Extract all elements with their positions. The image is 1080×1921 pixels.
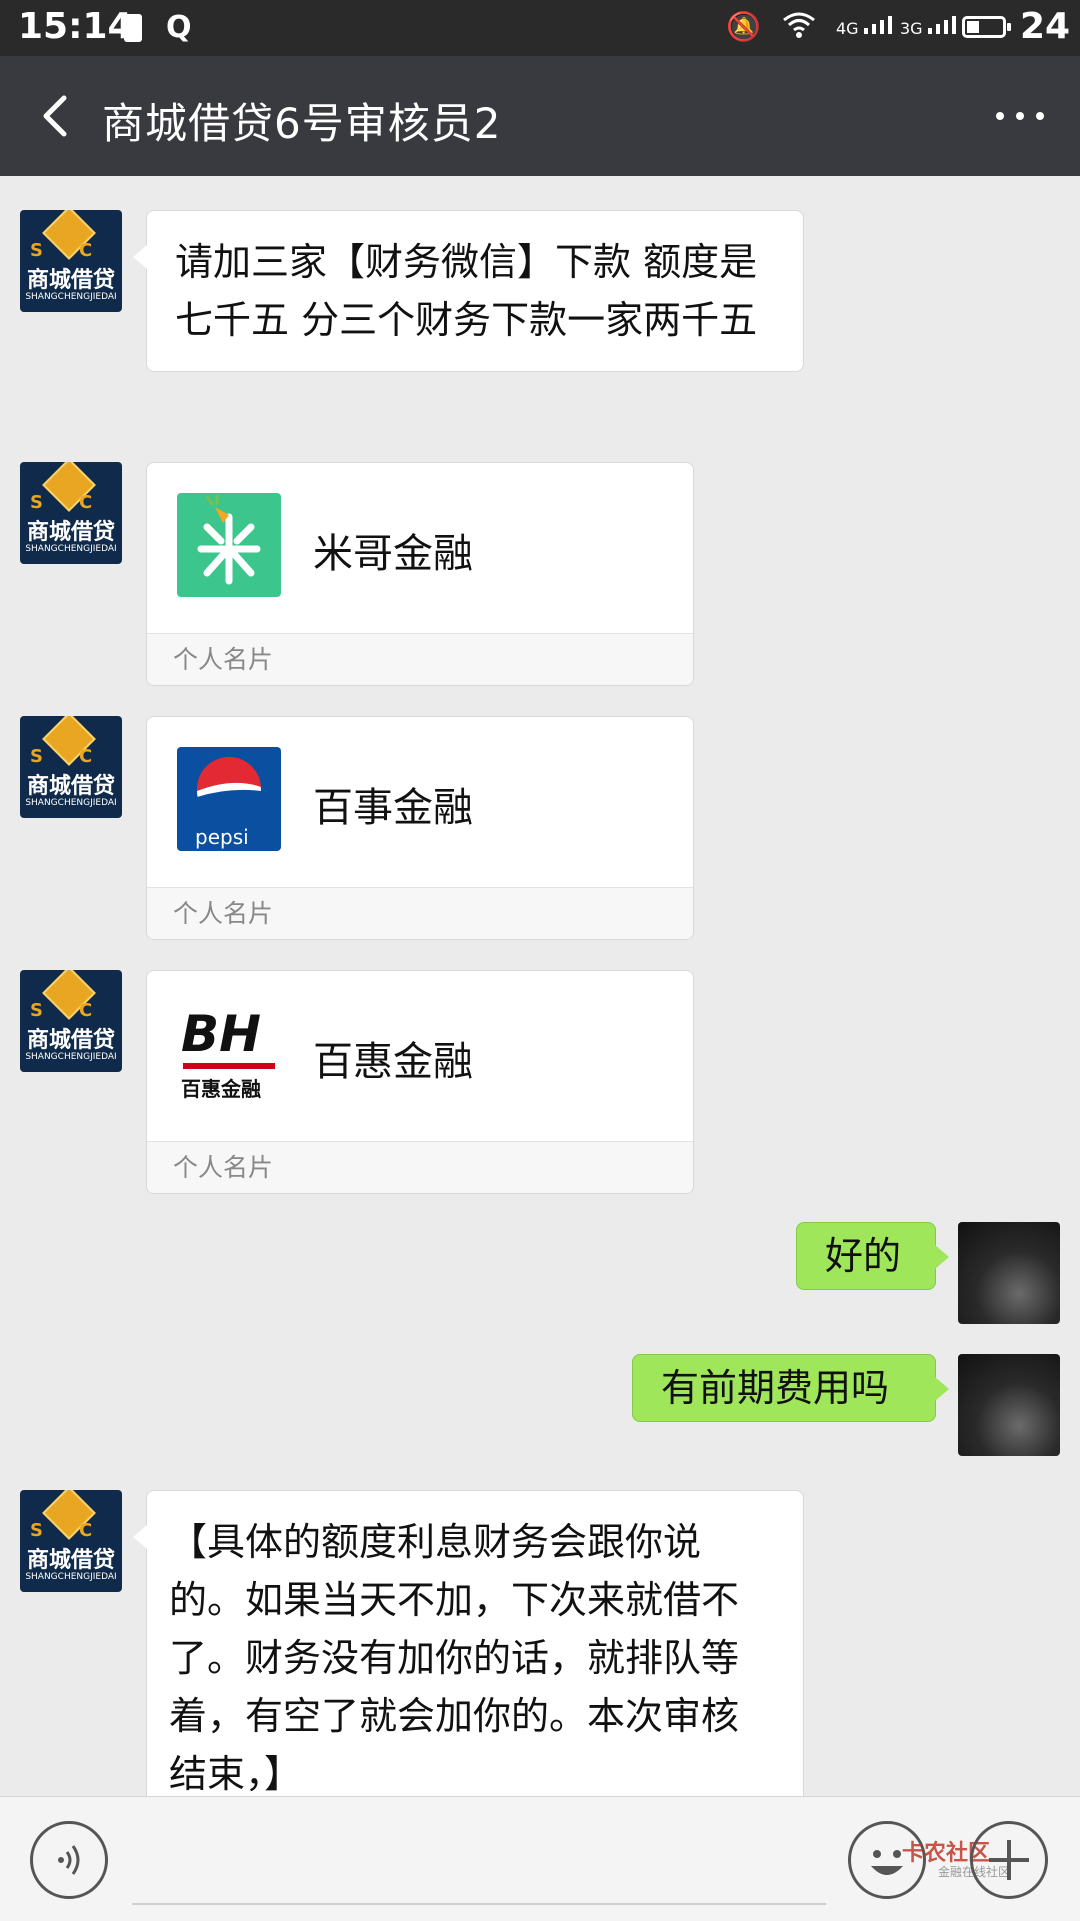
card-footer: 个人名片 [147, 887, 693, 939]
message-input[interactable] [132, 1829, 826, 1905]
status-time: 15:14 [18, 6, 133, 47]
message-text: 【具体的额度利息财务会跟你说的。如果当天不加，下次来就借不了。财务没有加你的话，… [169, 1520, 740, 1796]
back-button[interactable] [26, 84, 86, 148]
my-message-bubble[interactable]: 有前期费用吗 [632, 1354, 949, 1422]
card-name: 百事金融 [313, 785, 473, 831]
voice-icon [58, 1845, 80, 1875]
avatar-sc: SC [30, 492, 122, 513]
pepsi-logo-text: pepsi [195, 825, 249, 849]
pepsi-logo-icon: pepsi [177, 747, 281, 851]
signal-3g-label: 3G [900, 19, 923, 38]
mige-logo-icon [177, 493, 281, 597]
my-avatar[interactable] [958, 1354, 1060, 1456]
avatar-cn: 商城借贷 [26, 1028, 115, 1053]
card-footer: 个人名片 [147, 1141, 693, 1193]
signal-3g-icon: 3G [900, 12, 962, 38]
message-bubble[interactable]: 【具体的额度利息财务会跟你说的。如果当天不加，下次来就借不了。财务没有加你的话，… [133, 1490, 804, 1796]
avatar-cn: 商城借贷 [26, 1548, 115, 1573]
battery-icon [962, 16, 1011, 38]
wifi-icon [782, 10, 816, 47]
avatar-en: SHANGCHENGJIEDAI [25, 1052, 117, 1062]
contact-avatar[interactable]: SC 商城借贷 SHANGCHENGJIEDAI [20, 210, 122, 312]
contact-card[interactable]: BH 百惠金融 百惠金融 个人名片 [146, 970, 694, 1194]
baihui-logo-stripe [183, 1063, 275, 1069]
avatar-en: SHANGCHENGJIEDAI [25, 292, 117, 302]
avatar-cn: 商城借贷 [26, 774, 115, 799]
chat-header: 商城借贷6号审核员2 [0, 56, 1080, 176]
message-bubble[interactable]: 请加三家【财务微信】下款 额度是七千五 分三个财务下款一家两千五 [133, 210, 804, 372]
avatar-sc: SC [30, 240, 122, 261]
status-bar: 15:14 Q 🔕 4G 3G 24 [0, 0, 1080, 56]
signal-4g-icon: 4G [836, 12, 898, 38]
card-name: 米哥金融 [313, 531, 473, 577]
baihui-logo-bottom: 百惠金融 [181, 1077, 261, 1101]
voice-button[interactable] [30, 1821, 108, 1899]
mute-icon: 🔕 [726, 10, 761, 43]
qq-icon: Q [166, 10, 192, 45]
contact-avatar[interactable]: SC 商城借贷 SHANGCHENGJIEDAI [20, 462, 122, 564]
contact-avatar[interactable]: SC 商城借贷 SHANGCHENGJIEDAI [20, 1490, 122, 1592]
contact-avatar[interactable]: SC 商城借贷 SHANGCHENGJIEDAI [20, 970, 122, 1072]
avatar-sc: SC [30, 746, 122, 767]
baihui-logo-top: BH [181, 1005, 261, 1063]
battery-level: 24 [1020, 6, 1071, 47]
avatar-sc: SC [30, 1000, 122, 1021]
contact-avatar[interactable]: SC 商城借贷 SHANGCHENGJIEDAI [20, 716, 122, 818]
chat-title: 商城借贷6号审核员2 [102, 99, 502, 148]
avatar-cn: 商城借贷 [26, 520, 115, 545]
notification-icon [124, 14, 142, 42]
signal-4g-label: 4G [836, 19, 859, 38]
avatar-sc: SC [30, 1520, 122, 1541]
message-text: 好的 [825, 1234, 902, 1278]
avatar-en: SHANGCHENGJIEDAI [25, 544, 117, 554]
avatar-en: SHANGCHENGJIEDAI [25, 798, 117, 808]
more-button[interactable] [990, 96, 1050, 136]
input-bar: 卡农社区 金融在线社区 [0, 1796, 1080, 1921]
back-arrow-icon [43, 95, 67, 137]
card-name: 百惠金融 [313, 1039, 473, 1085]
card-footer: 个人名片 [147, 633, 693, 685]
more-dots-icon [996, 112, 1044, 120]
contact-card[interactable]: 米哥金融 个人名片 [146, 462, 694, 686]
message-text: 请加三家【财务微信】下款 额度是七千五 分三个财务下款一家两千五 [175, 240, 758, 342]
more-functions-button[interactable] [970, 1821, 1048, 1899]
chat-area[interactable]: SC 商城借贷 SHANGCHENGJIEDAI 请加三家【财务微信】下款 额度… [0, 176, 1080, 1796]
baihui-logo-icon: BH 百惠金融 [177, 1001, 281, 1105]
avatar-en: SHANGCHENGJIEDAI [25, 1572, 117, 1582]
avatar-cn: 商城借贷 [26, 268, 115, 293]
contact-card[interactable]: pepsi 百事金融 个人名片 [146, 716, 694, 940]
message-text: 有前期费用吗 [661, 1366, 890, 1410]
plus-icon [989, 1840, 1029, 1880]
my-avatar[interactable] [958, 1222, 1060, 1324]
my-message-bubble[interactable]: 好的 [796, 1222, 949, 1290]
